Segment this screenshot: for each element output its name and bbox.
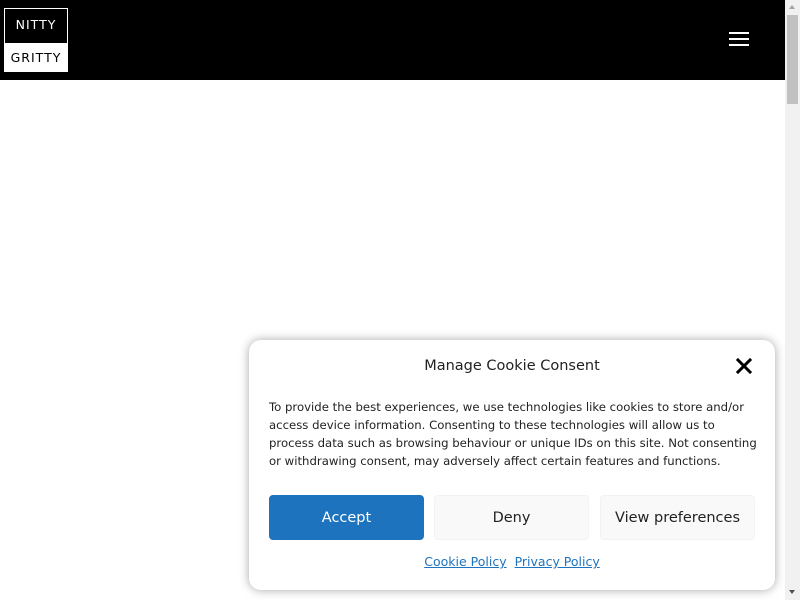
logo-line-nitty: NITTY [5,9,67,41]
scroll-down-button[interactable] [785,585,800,600]
cookie-consent-message: To provide the best experiences, we use … [269,400,757,468]
hamburger-bar-middle [729,38,749,40]
page: NITTY GRITTY Manage Cookie Consent To pr… [0,0,800,600]
page-scrollbar[interactable] [785,0,800,600]
site-logo[interactable]: NITTY GRITTY [4,8,68,72]
site-header: NITTY GRITTY [0,0,785,80]
cookie-policy-links: Cookie Policy Privacy Policy [249,553,775,571]
logo-line-gritty: GRITTY [5,41,67,71]
scrollbar-thumb[interactable] [787,15,798,104]
cookie-consent-dialog: Manage Cookie Consent To provide the bes… [249,340,775,590]
view-preferences-button[interactable]: View preferences [600,495,755,540]
deny-button[interactable]: Deny [434,495,589,540]
scroll-up-button[interactable] [785,0,800,15]
arrow-down-icon [789,590,795,594]
arrow-up-icon [789,5,795,9]
cookie-consent-title: Manage Cookie Consent [424,358,600,374]
hamburger-menu-icon[interactable] [729,31,749,47]
accept-button[interactable]: Accept [269,495,424,540]
hamburger-bar-bottom [729,44,749,46]
privacy-policy-link[interactable]: Privacy Policy [515,554,600,569]
close-icon[interactable] [735,357,753,375]
hamburger-bar-top [729,32,749,34]
cookie-policy-link[interactable]: Cookie Policy [424,554,506,569]
